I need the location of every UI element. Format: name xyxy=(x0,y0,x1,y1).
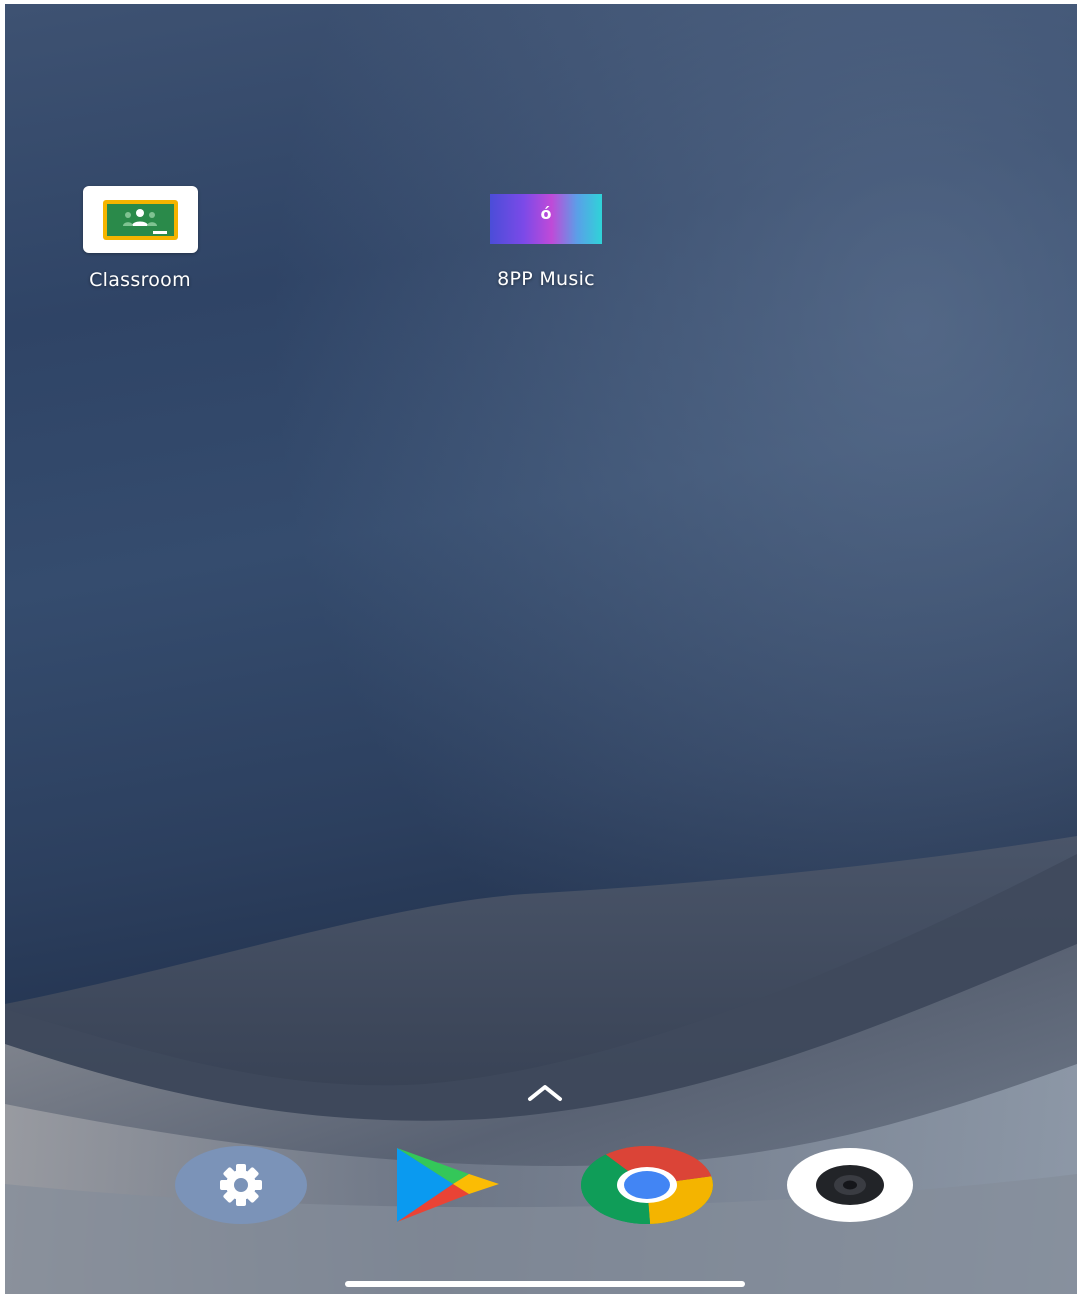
chrome-icon[interactable] xyxy=(581,1146,713,1224)
music-note-icon: ó xyxy=(490,194,602,244)
home-gesture-bar[interactable] xyxy=(345,1281,745,1287)
google-classroom-icon xyxy=(82,186,198,253)
app-classroom[interactable]: Classroom xyxy=(50,186,230,291)
home-screen: Classroom ó 8PP Music xyxy=(5,4,1077,1294)
camera-lens-icon[interactable] xyxy=(785,1146,915,1224)
settings-gear-icon[interactable] xyxy=(175,1146,307,1224)
app-label-classroom: Classroom xyxy=(89,269,191,291)
play-store-icon[interactable] xyxy=(391,1146,505,1224)
app-label-8pp-music: 8PP Music xyxy=(497,268,595,290)
app-8pp-music[interactable]: ó 8PP Music xyxy=(456,194,636,290)
chevron-up-icon[interactable] xyxy=(525,1079,565,1107)
music-note-glyph: ó xyxy=(540,204,552,223)
